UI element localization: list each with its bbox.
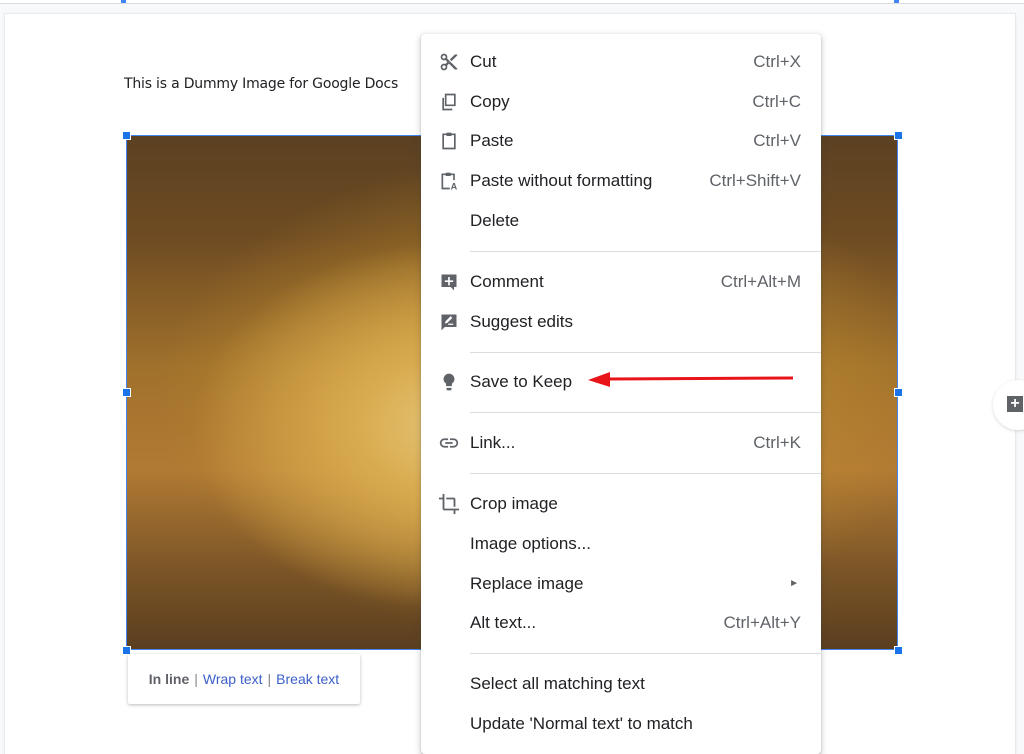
menu-item-crop-image[interactable]: Crop image — [421, 484, 821, 524]
annotation-arrow-shaft — [605, 376, 794, 381]
context-menu: Cut Ctrl+X Copy Ctrl+C Paste Ctrl+V A Pa… — [421, 34, 821, 754]
comment-add-icon — [438, 271, 460, 293]
submenu-arrow-icon: ► — [789, 578, 799, 590]
menu-item-label: Crop image — [470, 494, 558, 514]
menu-item-label: Alt text... — [470, 613, 537, 633]
menu-item-label: Update 'Normal text' to match — [470, 714, 693, 734]
menu-item-label: Suggest edits — [470, 311, 574, 331]
clipboard-icon — [438, 130, 460, 152]
image-wrap-toolbar: In line | Wrap text | Break text — [128, 654, 360, 704]
wrap-option-inline[interactable]: In line — [149, 671, 189, 687]
svg-text:A: A — [451, 182, 458, 192]
separator: | — [194, 671, 198, 687]
menu-item-select-all-matching-text[interactable]: Select all matching text — [421, 664, 821, 704]
add-comment-icon: + — [1007, 396, 1023, 412]
menu-item-label: Paste — [470, 131, 514, 151]
menu-divider — [470, 653, 821, 655]
shortcut-label: Ctrl+X — [753, 51, 801, 71]
shortcut-label: Ctrl+K — [753, 433, 801, 453]
resize-handle-top-left[interactable] — [122, 131, 131, 140]
shortcut-label: Ctrl+V — [753, 131, 801, 151]
resize-handle-top-right[interactable] — [894, 131, 903, 140]
menu-item-label: Link... — [470, 433, 516, 453]
shortcut-label: Ctrl+Shift+V — [709, 171, 801, 191]
menu-item-label: Replace image — [470, 573, 584, 593]
wrap-option-break-text[interactable]: Break text — [276, 671, 339, 687]
suggest-edit-icon — [438, 311, 460, 333]
menu-item-alt-text[interactable]: Alt text... Ctrl+Alt+Y — [421, 604, 821, 644]
menu-item-paste[interactable]: Paste Ctrl+V — [421, 122, 821, 162]
menu-item-label: Copy — [470, 91, 510, 111]
menu-item-comment[interactable]: Comment Ctrl+Alt+M — [421, 262, 821, 302]
menu-item-label: Delete — [470, 211, 520, 231]
document-body-text[interactable]: This is a Dummy Image for Google Docs — [124, 76, 398, 92]
menu-item-link[interactable]: Link... Ctrl+K — [421, 423, 821, 463]
shortcut-label: Ctrl+C — [752, 91, 801, 111]
menu-divider — [470, 473, 821, 475]
menu-item-delete[interactable]: Delete — [421, 201, 821, 241]
menu-item-label: Comment — [470, 271, 544, 291]
link-icon — [438, 432, 460, 454]
crop-icon — [438, 493, 460, 515]
menu-item-suggest-edits[interactable]: Suggest edits — [421, 302, 821, 342]
menu-item-image-options[interactable]: Image options... — [421, 524, 821, 564]
annotation-arrow-head — [588, 372, 610, 387]
paste-plain-icon: A — [438, 170, 460, 192]
menu-item-cut[interactable]: Cut Ctrl+X — [421, 42, 821, 82]
ruler — [0, 0, 1024, 4]
menu-item-paste-without-formatting[interactable]: A Paste without formatting Ctrl+Shift+V — [421, 161, 821, 201]
copy-icon — [438, 91, 460, 113]
wrap-option-wrap-text[interactable]: Wrap text — [203, 671, 263, 687]
menu-item-label: Save to Keep — [470, 372, 573, 392]
shortcut-label: Ctrl+Alt+Y — [723, 613, 801, 633]
annotation-arrow — [588, 372, 794, 387]
resize-handle-bottom-right[interactable] — [894, 646, 903, 655]
separator: | — [267, 671, 272, 687]
lightbulb-icon — [438, 371, 460, 393]
menu-divider — [470, 412, 821, 414]
menu-item-label: Paste without formatting — [470, 171, 653, 191]
right-indent-marker[interactable] — [894, 0, 899, 3]
resize-handle-middle-left[interactable] — [122, 388, 131, 397]
menu-divider — [470, 351, 821, 353]
scissors-icon — [438, 51, 460, 73]
menu-item-label: Image options... — [470, 533, 591, 553]
shortcut-label: Ctrl+Alt+M — [720, 271, 801, 291]
resize-handle-middle-right[interactable] — [894, 388, 903, 397]
menu-divider — [470, 250, 821, 252]
menu-item-replace-image[interactable]: Replace image ► — [421, 564, 821, 604]
menu-item-label: Cut — [470, 51, 497, 71]
menu-item-copy[interactable]: Copy Ctrl+C — [421, 82, 821, 122]
menu-item-update-normal-text[interactable]: Update 'Normal text' to match — [421, 704, 821, 744]
left-indent-marker[interactable] — [121, 0, 126, 3]
menu-item-label: Select all matching text — [470, 674, 645, 694]
